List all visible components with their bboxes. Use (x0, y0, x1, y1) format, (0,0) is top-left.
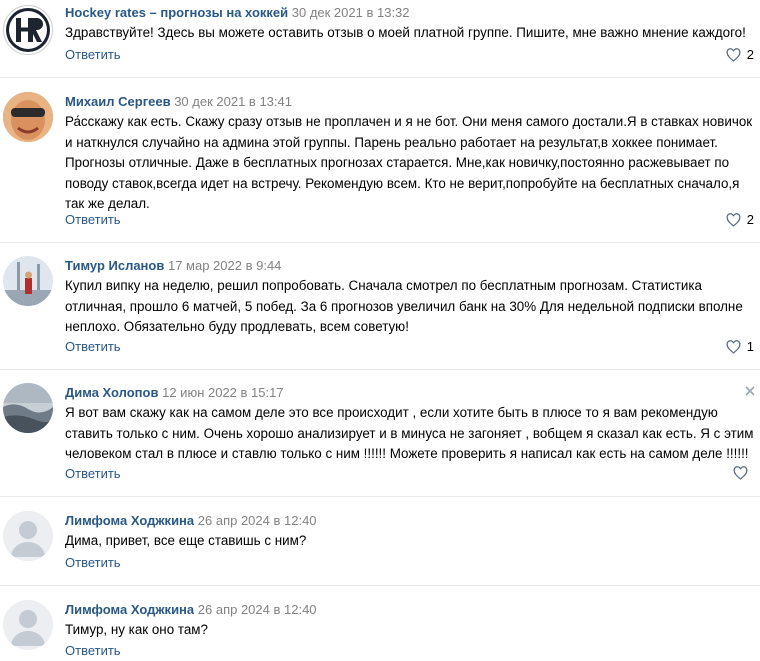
reply-button[interactable]: Ответить (65, 466, 121, 481)
comment-text: Купил випку на неделю, решил попробовать… (65, 278, 743, 334)
comment-date[interactable]: 30 дек 2021 в 13:41 (174, 94, 292, 109)
comment-header: Дима Холопов 12 июн 2022 в 15:17 (65, 385, 284, 400)
like-count: 1 (746, 339, 754, 354)
reply-button[interactable]: Ответить (65, 212, 121, 227)
comment-header: Лимфома Ходжкина 26 апр 2024 в 12:40 (65, 602, 317, 617)
comment-date[interactable]: 17 мар 2022 в 9:44 (168, 258, 281, 273)
user-avatar[interactable] (3, 92, 53, 142)
hr-logo-icon (6, 8, 50, 52)
like-button[interactable]: 2 (726, 47, 754, 62)
comment-text: Я вот вам скажу как на самом деле это вс… (65, 405, 754, 461)
comment-text: Дима, привет, все еще ставишь с ним? (65, 533, 307, 548)
heart-icon (733, 466, 748, 480)
close-icon[interactable] (745, 386, 755, 396)
comment-date[interactable]: 12 июн 2022 в 15:17 (162, 385, 283, 400)
default-avatar-icon (3, 511, 53, 561)
default-avatar-icon (3, 600, 53, 650)
user-photo-icon (3, 92, 53, 142)
comment-header: Тимур Исланов 17 мар 2022 в 9:44 (65, 258, 281, 273)
comment-header: Михаил Сергеев 30 дек 2021 в 13:41 (65, 94, 292, 109)
like-count: 2 (746, 47, 754, 62)
comment-header: Hockey rates – прогнозы на хоккей 30 дек… (65, 5, 410, 20)
heart-icon (726, 47, 741, 62)
hr-logo-avatar[interactable] (3, 5, 53, 55)
author-name[interactable]: Hockey rates – прогнозы на хоккей (65, 5, 288, 20)
reply-button[interactable]: Ответить (65, 339, 121, 354)
heart-icon (726, 339, 741, 354)
divider (0, 369, 760, 370)
author-name[interactable]: Лимфома Ходжкина (65, 513, 194, 528)
heart-icon (726, 212, 741, 227)
reply-button[interactable]: Ответить (65, 555, 121, 570)
comment-date[interactable]: 30 дек 2021 в 13:32 (292, 5, 410, 20)
like-button[interactable]: 2 (726, 212, 754, 227)
user-avatar[interactable] (3, 600, 53, 650)
author-name[interactable]: Дима Холопов (65, 385, 158, 400)
divider (0, 242, 760, 243)
user-photo-icon (3, 383, 53, 433)
reply-button[interactable]: Ответить (65, 47, 121, 62)
reply-button[interactable]: Ответить (65, 643, 121, 658)
user-avatar[interactable] (3, 256, 53, 306)
divider (0, 496, 760, 497)
divider (0, 77, 760, 78)
comment-header: Лимфома Ходжкина 26 апр 2024 в 12:40 (65, 513, 317, 528)
author-name[interactable]: Михаил Сергеев (65, 94, 171, 109)
like-button[interactable]: 1 (726, 339, 754, 354)
user-avatar[interactable] (3, 383, 53, 433)
like-button[interactable] (733, 466, 754, 480)
comment-text: Тимур, ну как оно там? (65, 622, 208, 637)
divider (0, 585, 760, 586)
author-name[interactable]: Тимур Исланов (65, 258, 164, 273)
comment-text: Ра́сскажу как есть. Скажу сразу отзыв не… (65, 114, 753, 211)
comment-date[interactable]: 26 апр 2024 в 12:40 (198, 513, 317, 528)
user-avatar[interactable] (3, 511, 53, 561)
author-name[interactable]: Лимфома Ходжкина (65, 602, 194, 617)
like-count: 2 (746, 212, 754, 227)
comment-text: Здравствуйте! Здесь вы можете оставить о… (65, 25, 746, 40)
comment-date[interactable]: 26 апр 2024 в 12:40 (198, 602, 317, 617)
user-photo-icon (3, 256, 53, 306)
